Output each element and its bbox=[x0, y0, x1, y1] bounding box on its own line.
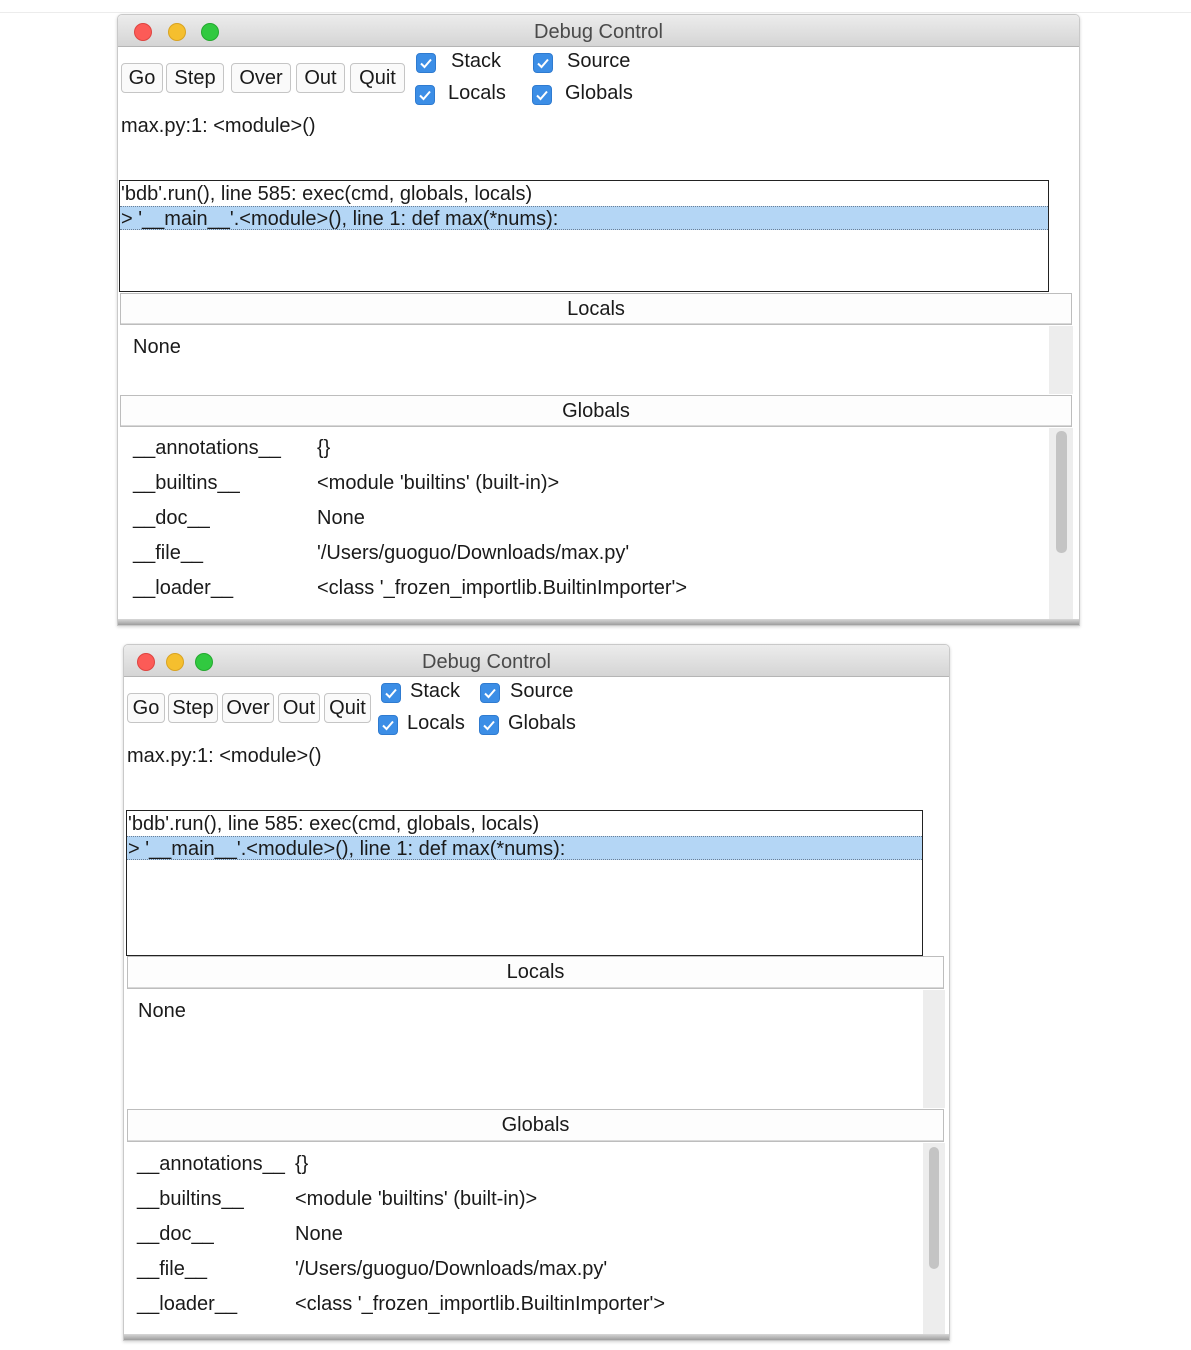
global-value: None bbox=[295, 1223, 343, 1245]
global-name: __annotations__ bbox=[137, 1153, 285, 1175]
globals-pane-header: Globals bbox=[120, 395, 1072, 427]
status-line: max.py:1: <module>() bbox=[121, 115, 316, 137]
title-bar[interactable]: Debug Control bbox=[124, 645, 949, 677]
globals-scrollbar[interactable] bbox=[1049, 428, 1073, 620]
checkmark-icon bbox=[419, 90, 431, 101]
global-value: '/Users/guoguo/Downloads/max.py' bbox=[295, 1258, 608, 1280]
globals-pane-header: Globals bbox=[127, 1109, 944, 1142]
title-bar[interactable]: Debug Control bbox=[118, 15, 1079, 47]
globals-checkbox[interactable] bbox=[532, 85, 552, 105]
checkmark-icon bbox=[483, 720, 495, 731]
locals-checkbox-label: Locals bbox=[448, 82, 506, 104]
checkmark-icon bbox=[420, 58, 432, 69]
globals-scrollbar[interactable] bbox=[923, 1143, 945, 1336]
go-button[interactable]: Go bbox=[121, 63, 163, 93]
checkmark-icon bbox=[536, 90, 548, 101]
window-title: Debug Control bbox=[422, 651, 551, 673]
stack-checkbox-label: Stack bbox=[410, 680, 461, 702]
global-name: __doc__ bbox=[137, 1223, 214, 1245]
window-title: Debug Control bbox=[534, 21, 663, 43]
globals-scrollbar-thumb[interactable] bbox=[929, 1147, 939, 1269]
stack-list[interactable]: 'bdb'.run(), line 585: exec(cmd, globals… bbox=[126, 810, 923, 956]
stack-row-selected[interactable]: > '__main__'.<module>(), line 1: def max… bbox=[120, 206, 1048, 230]
locals-checkbox[interactable] bbox=[378, 715, 398, 735]
global-value: <class '_frozen_importlib.BuiltinImporte… bbox=[317, 577, 688, 599]
global-name: __builtins__ bbox=[137, 1188, 244, 1210]
global-value: <module 'builtins' (built-in)> bbox=[295, 1188, 538, 1210]
locals-pane: None bbox=[126, 990, 923, 1108]
window-bottom-edge bbox=[124, 1334, 949, 1340]
global-name: __file__ bbox=[133, 542, 204, 564]
checkmark-icon bbox=[537, 58, 549, 69]
globals-checkbox-label: Globals bbox=[508, 712, 576, 734]
global-name: __file__ bbox=[137, 1258, 208, 1280]
locals-scrollbar[interactable] bbox=[1049, 326, 1073, 394]
locals-scrollbar[interactable] bbox=[923, 990, 945, 1108]
stack-checkbox-label: Stack bbox=[451, 50, 502, 72]
locals-value: None bbox=[133, 336, 181, 358]
stack-list[interactable]: 'bdb'.run(), line 585: exec(cmd, globals… bbox=[119, 180, 1049, 292]
global-value: <class '_frozen_importlib.BuiltinImporte… bbox=[295, 1293, 666, 1315]
globals-checkbox-label: Globals bbox=[565, 82, 633, 104]
stack-row-selected[interactable]: > '__main__'.<module>(), line 1: def max… bbox=[127, 836, 922, 860]
locals-pane: None bbox=[119, 326, 1049, 394]
window-bottom-edge bbox=[118, 619, 1079, 625]
global-name: __doc__ bbox=[133, 507, 210, 529]
source-checkbox[interactable] bbox=[480, 683, 500, 703]
stack-row[interactable]: 'bdb'.run(), line 585: exec(cmd, globals… bbox=[120, 182, 1048, 206]
out-button[interactable]: Out bbox=[296, 63, 345, 93]
globals-pane: __annotations__ {} __builtins__ <module … bbox=[119, 428, 1049, 620]
debug-control-window-1: Debug Control Go Step Over Out Quit Stac… bbox=[117, 14, 1080, 626]
step-button[interactable]: Step bbox=[166, 63, 224, 93]
global-name: __loader__ bbox=[133, 577, 234, 599]
locals-pane-header: Locals bbox=[120, 293, 1072, 325]
global-value: {} bbox=[317, 437, 331, 459]
globals-scrollbar-thumb[interactable] bbox=[1056, 431, 1067, 553]
locals-value: None bbox=[138, 1000, 186, 1022]
over-button[interactable]: Over bbox=[222, 693, 274, 723]
source-checkbox[interactable] bbox=[533, 53, 553, 73]
source-checkbox-label: Source bbox=[510, 680, 574, 702]
checkmark-icon bbox=[382, 720, 394, 731]
out-button[interactable]: Out bbox=[278, 693, 320, 723]
global-value: <module 'builtins' (built-in)> bbox=[317, 472, 560, 494]
global-name: __builtins__ bbox=[133, 472, 240, 494]
checkmark-icon bbox=[385, 688, 397, 699]
go-button[interactable]: Go bbox=[127, 693, 165, 723]
globals-pane: __annotations__ {} __builtins__ <module … bbox=[126, 1143, 923, 1336]
global-value: None bbox=[317, 507, 365, 529]
stack-checkbox[interactable] bbox=[416, 53, 436, 73]
global-name: __loader__ bbox=[137, 1293, 238, 1315]
global-value: '/Users/guoguo/Downloads/max.py' bbox=[317, 542, 630, 564]
source-checkbox-label: Source bbox=[567, 50, 631, 72]
page-divider bbox=[0, 12, 1191, 13]
step-button[interactable]: Step bbox=[168, 693, 218, 723]
locals-checkbox[interactable] bbox=[415, 85, 435, 105]
debug-control-window-2: Debug Control Go Step Over Out Quit Stac… bbox=[123, 644, 950, 1341]
status-line: max.py:1: <module>() bbox=[127, 745, 322, 767]
locals-pane-header: Locals bbox=[127, 956, 944, 989]
stack-row[interactable]: 'bdb'.run(), line 585: exec(cmd, globals… bbox=[127, 812, 922, 836]
global-value: {} bbox=[295, 1153, 309, 1175]
quit-button[interactable]: Quit bbox=[350, 63, 405, 93]
globals-checkbox[interactable] bbox=[479, 715, 499, 735]
stack-checkbox[interactable] bbox=[381, 683, 401, 703]
over-button[interactable]: Over bbox=[231, 63, 291, 93]
quit-button[interactable]: Quit bbox=[324, 693, 371, 723]
locals-checkbox-label: Locals bbox=[407, 712, 465, 734]
global-name: __annotations__ bbox=[133, 437, 281, 459]
checkmark-icon bbox=[484, 688, 496, 699]
